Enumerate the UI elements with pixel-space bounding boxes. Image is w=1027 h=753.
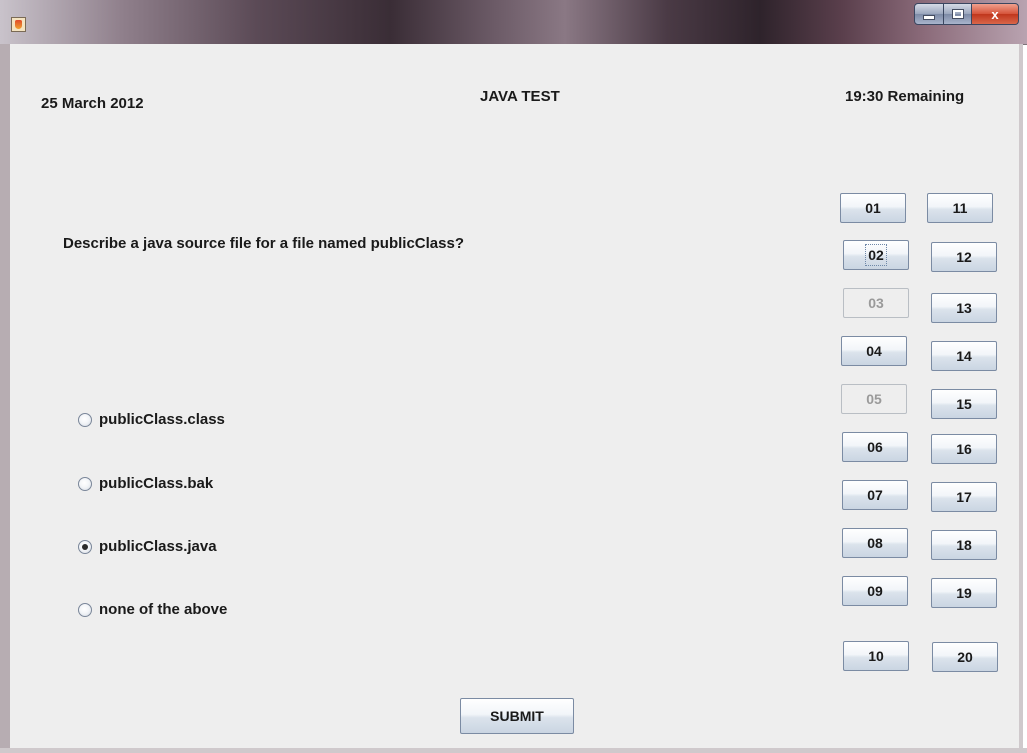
question-button-03: 03 <box>843 288 909 318</box>
question-button-label: 10 <box>868 648 884 664</box>
question-button-16[interactable]: 16 <box>931 434 997 464</box>
question-button-05: 05 <box>841 384 907 414</box>
answer-option-label: none of the above <box>99 601 228 618</box>
question-button-label: 12 <box>956 249 972 265</box>
question-button-19[interactable]: 19 <box>931 578 997 608</box>
window-controls: x <box>914 3 1019 25</box>
java-cup-icon <box>11 17 26 32</box>
radio-button[interactable] <box>78 602 92 617</box>
page-title: JAVA TEST <box>480 88 560 105</box>
question-button-label: 01 <box>865 200 881 216</box>
question-button-20[interactable]: 20 <box>932 642 998 672</box>
question-button-label: 13 <box>956 300 972 316</box>
question-button-label: 04 <box>866 343 882 359</box>
window-bottom-border <box>0 748 1027 753</box>
answer-option-label: publicClass.class <box>99 411 225 428</box>
question-button-11[interactable]: 11 <box>927 193 993 223</box>
answer-option-label: publicClass.java <box>99 538 217 555</box>
answer-option[interactable]: publicClass.bak <box>78 475 213 492</box>
question-button-label: 18 <box>956 537 972 553</box>
question-button-label: 03 <box>868 295 884 311</box>
question-button-13[interactable]: 13 <box>931 293 997 323</box>
submit-label: SUBMIT <box>490 708 544 724</box>
question-button-15[interactable]: 15 <box>931 389 997 419</box>
question-button-label: 08 <box>867 535 883 551</box>
radio-button[interactable] <box>78 539 92 554</box>
question-button-label: 07 <box>867 487 883 503</box>
question-button-04[interactable]: 04 <box>841 336 907 366</box>
close-button[interactable]: x <box>972 3 1019 25</box>
submit-button[interactable]: SUBMIT <box>460 698 574 734</box>
answer-option[interactable]: publicClass.java <box>78 538 217 555</box>
answer-option-label: publicClass.bak <box>99 475 214 492</box>
question-button-14[interactable]: 14 <box>931 341 997 371</box>
question-button-label: 15 <box>956 396 972 412</box>
question-button-01[interactable]: 01 <box>840 193 906 223</box>
radio-button[interactable] <box>78 412 92 427</box>
question-button-08[interactable]: 08 <box>842 528 908 558</box>
question-button-09[interactable]: 09 <box>842 576 908 606</box>
question-button-label: 02 <box>865 244 887 266</box>
title-bar[interactable]: x <box>0 0 1027 45</box>
question-button-label: 16 <box>956 441 972 457</box>
question-button-17[interactable]: 17 <box>931 482 997 512</box>
question-button-18[interactable]: 18 <box>931 530 997 560</box>
question-button-label: 06 <box>867 439 883 455</box>
question-button-label: 19 <box>956 585 972 601</box>
question-button-02[interactable]: 02 <box>843 240 909 270</box>
minimize-button[interactable] <box>914 3 944 25</box>
question-button-label: 14 <box>956 348 972 364</box>
question-button-label: 05 <box>866 391 882 407</box>
question-button-10[interactable]: 10 <box>843 641 909 671</box>
question-button-label: 11 <box>952 200 968 216</box>
close-icon: x <box>991 6 999 22</box>
question-button-12[interactable]: 12 <box>931 242 997 272</box>
minimize-icon <box>923 15 935 20</box>
question-button-06[interactable]: 06 <box>842 432 908 462</box>
question-button-label: 17 <box>956 489 972 505</box>
main-panel: 25 March 2012 JAVA TEST 19:30 Remaining … <box>0 44 1023 753</box>
maximize-icon <box>951 9 964 19</box>
question-text: Describe a java source file for a file n… <box>63 235 464 252</box>
question-button-label: 09 <box>867 583 883 599</box>
test-date: 25 March 2012 <box>41 95 144 112</box>
maximize-button[interactable] <box>944 3 972 25</box>
answer-option[interactable]: none of the above <box>78 601 227 618</box>
answer-option[interactable]: publicClass.class <box>78 411 225 428</box>
radio-button[interactable] <box>78 476 92 491</box>
question-button-label: 20 <box>957 649 973 665</box>
question-button-07[interactable]: 07 <box>842 480 908 510</box>
time-remaining: 19:30 Remaining <box>845 88 965 105</box>
